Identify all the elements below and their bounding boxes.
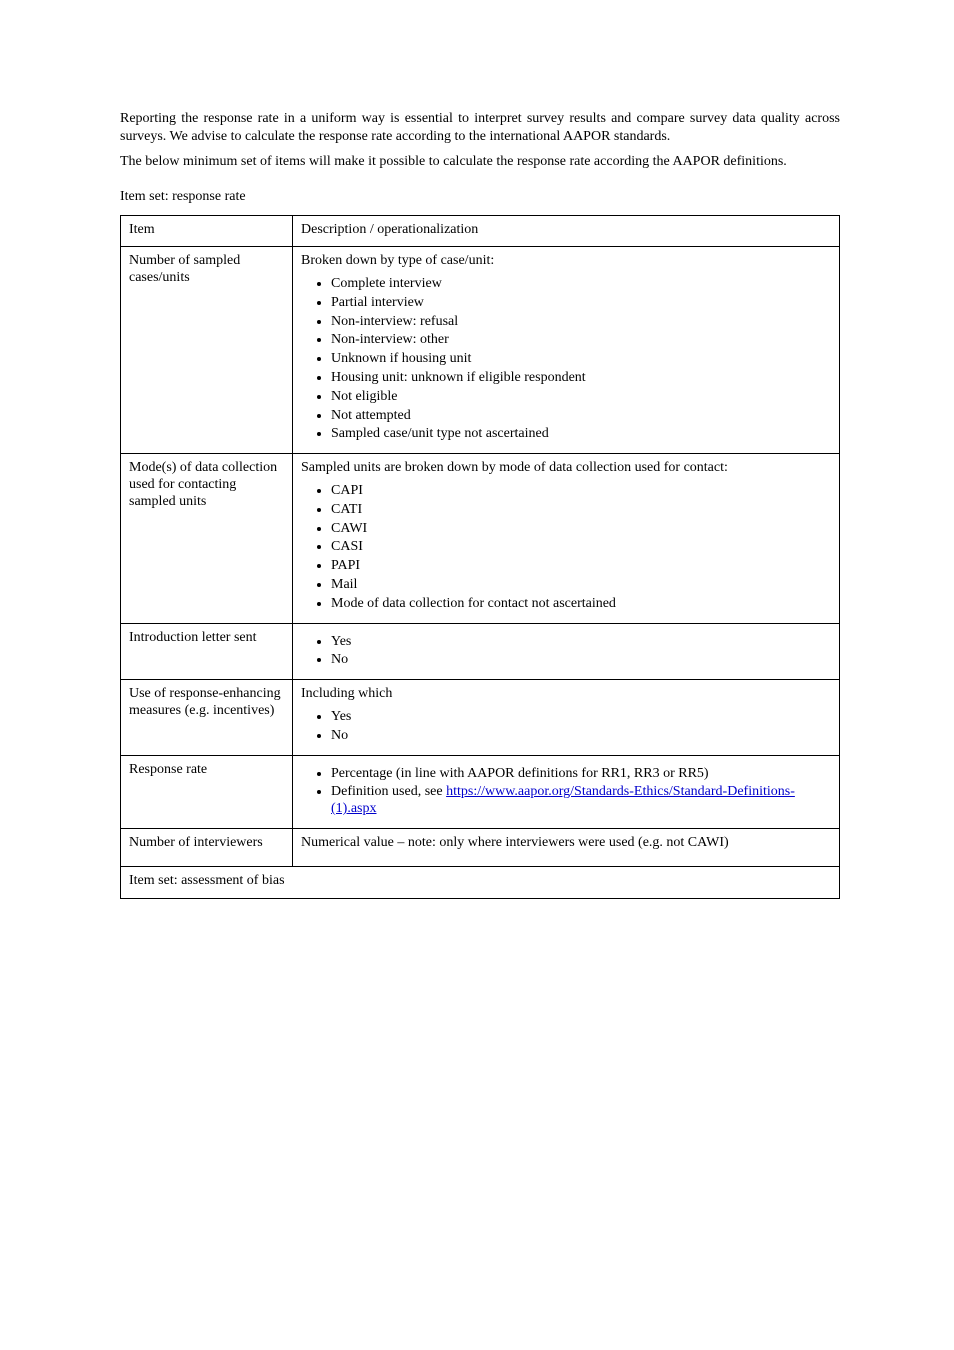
row-label: Mode(s) of data collection used for cont… — [129, 460, 284, 510]
bullet-icon: No — [331, 652, 831, 669]
table-header-description: Description / operationalization — [293, 215, 840, 247]
row-label: Number of interviewers — [129, 835, 284, 852]
bullet-icon: Non-interview: other — [331, 332, 831, 349]
bullet-icon: Mail — [331, 577, 831, 594]
table-header-item: Item — [121, 215, 293, 247]
bullet-icon: CAWI — [331, 521, 831, 538]
bullet-icon: CATI — [331, 502, 831, 519]
bullet-icon: Percentage (in line with AAPOR definitio… — [331, 766, 831, 783]
row-lead-text: Broken down by type of case/unit: — [301, 253, 831, 270]
intro-paragraph-1: Reporting the response rate in a uniform… — [120, 110, 840, 145]
bullet-icon: Non-interview: refusal — [331, 314, 831, 331]
footer-item-set-label: Item set: assessment of bias — [129, 873, 285, 888]
bullet-icon: No — [331, 728, 831, 745]
response-rate-table: Item Description / operationalization Nu… — [120, 215, 840, 899]
table-row: Response rate Percentage (in line with A… — [121, 755, 840, 828]
bullet-icon: Not eligible — [331, 389, 831, 406]
row-bullet-list: Yes No — [301, 634, 831, 670]
table-row: Introduction letter sent Yes No — [121, 623, 840, 680]
table-row: Use of response-enhancing measures (e.g.… — [121, 680, 840, 755]
bullet-icon: CASI — [331, 539, 831, 556]
row-bullet-list: Yes No — [301, 709, 831, 745]
bullet-icon: Not attempted — [331, 408, 831, 425]
bullet-icon: Partial interview — [331, 295, 831, 312]
row-label: Use of response-enhancing measures (e.g.… — [129, 686, 284, 720]
bullet-icon: Yes — [331, 634, 831, 651]
row-lead-text: Sampled units are broken down by mode of… — [301, 460, 831, 477]
bullet-icon: Complete interview — [331, 276, 831, 293]
bullet-icon: Yes — [331, 709, 831, 726]
row-bullet-list: Percentage (in line with AAPOR definitio… — [301, 766, 831, 818]
row-lead-text: Numerical value – note: only where inter… — [301, 835, 831, 852]
bullet-icon: PAPI — [331, 558, 831, 575]
bullet-icon: CAPI — [331, 483, 831, 500]
intro-paragraph-2: The below minimum set of items will make… — [120, 153, 840, 171]
bullet-icon: Mode of data collection for contact not … — [331, 596, 831, 613]
table-footer-row: Item set: assessment of bias — [121, 866, 840, 898]
bullet-icon: Housing unit: unknown if eligible respon… — [331, 370, 831, 387]
table-row: Number of interviewers Numerical value –… — [121, 829, 840, 867]
bullet-icon: Unknown if housing unit — [331, 351, 831, 368]
subheading-item-set: Item set: response rate — [120, 189, 840, 205]
table-row: Mode(s) of data collection used for cont… — [121, 454, 840, 623]
bullet-icon: Definition used, see https://www.aapor.o… — [331, 784, 831, 818]
bullet-prefix-text: Definition used, see — [331, 784, 446, 799]
row-lead-text: Including which — [301, 686, 831, 703]
row-label: Number of sampled cases/units — [129, 253, 284, 287]
row-bullet-list: Complete interview Partial interview Non… — [301, 276, 831, 443]
table-row: Number of sampled cases/units Broken dow… — [121, 247, 840, 454]
row-bullet-list: CAPI CATI CAWI CASI PAPI Mail Mode of da… — [301, 483, 831, 613]
row-label: Introduction letter sent — [129, 630, 284, 647]
row-label: Response rate — [129, 762, 284, 779]
bullet-icon: Sampled case/unit type not ascertained — [331, 426, 831, 443]
